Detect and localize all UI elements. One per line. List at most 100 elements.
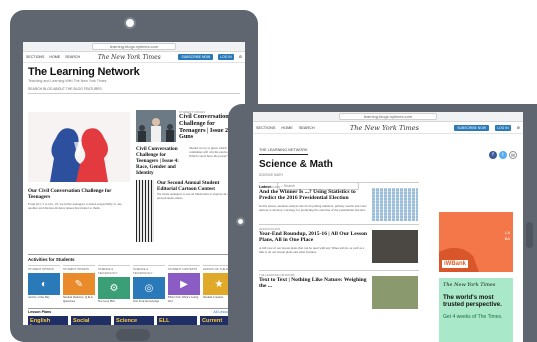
activity-card[interactable]: STUDENT OPINION ✎ Student Opinion | Q & A … xyxy=(63,265,95,304)
page-subtitle: Teaching and Learning With The New York … xyxy=(28,79,107,83)
camera-dot xyxy=(236,217,245,226)
activity-card[interactable]: SCIENCE & TECHNOLOGY ◎ Test Your Knowledge xyxy=(133,265,165,304)
tablet-portrait: learning.blogs.nytimes.com SECTIONS HOME… xyxy=(10,10,258,342)
browser-url-bar[interactable]: learning.blogs.nytimes.com xyxy=(23,42,245,52)
secondary-story-1[interactable]: Civil Conversation Challenge for Teenage… xyxy=(136,146,186,176)
story-headline[interactable]: Civil Conversation Challenge for Teenage… xyxy=(136,146,186,176)
facebook-icon[interactable]: f xyxy=(489,151,497,159)
section-tags[interactable]: SCIENCE MATH xyxy=(259,173,517,177)
nyt-logo[interactable]: The New York Times xyxy=(85,54,173,61)
url-text[interactable]: learning.blogs.nytimes.com xyxy=(92,43,176,50)
activity-card[interactable]: STUDENT OPINION ◐ Article of the Day xyxy=(28,265,60,304)
article-thumbnail[interactable] xyxy=(372,188,418,221)
activity-card[interactable]: STUDENT CONTESTS ▶ Film Club: What's Going… xyxy=(168,265,200,304)
activity-icon[interactable]: ◐ xyxy=(28,273,60,295)
subscribe-button[interactable]: SUBSCRIBE NOW xyxy=(178,54,214,60)
learning-network-kicker[interactable]: THE LEARNING NETWORK xyxy=(259,148,308,155)
gear-icon[interactable]: ⚙ xyxy=(517,125,520,130)
activities-title: Activities for Students xyxy=(28,254,240,262)
activity-caption[interactable]: Not Gray Hill xyxy=(98,299,130,304)
activity-icon[interactable]: ◎ xyxy=(133,277,165,299)
lesson-plan-tile[interactable]: Social xyxy=(71,316,111,325)
activity-icon[interactable]: ▶ xyxy=(168,273,200,295)
nyt-logo[interactable]: The New York Times xyxy=(321,124,449,132)
home-button[interactable] xyxy=(116,329,150,341)
activity-card[interactable]: SCIENCE & TECHNOLOGY ⚙ Not Gray Hill xyxy=(98,265,130,304)
activity-caption[interactable]: Student Opinion | Q & A Questions xyxy=(63,295,95,304)
nyt-subscription-ad[interactable]: The New York Times The world's most trus… xyxy=(439,278,513,342)
lesson-plans-section: Lesson Plans All Lesson Plans English La… xyxy=(28,308,240,325)
email-icon[interactable]: ✉ xyxy=(509,151,517,159)
hero-headline[interactable]: Our Civil Conversation Challenge for Tee… xyxy=(28,188,130,200)
page-title[interactable]: The Learning Network xyxy=(28,66,240,78)
subscribe-button[interactable]: SUBSCRIBE NOW xyxy=(454,124,490,131)
tablet-landscape-screen: learning.blogs.nytimes.com SECTIONS HOME… xyxy=(253,112,523,342)
lesson-plan-tile[interactable]: ELL xyxy=(157,316,197,325)
article-headline[interactable]: And the Winner Is ...? Using Statistics … xyxy=(259,189,367,202)
article-text: LESSON PLANS And the Winner Is ...? Using… xyxy=(259,185,367,221)
url-text[interactable]: learning.blogs.nytimes.com xyxy=(339,113,437,120)
article-item[interactable]: LESSON PLANS Year-End Roundup, 2015-16 | … xyxy=(259,224,419,263)
ad-offer: Get 4 weeks of The Times. xyxy=(443,314,503,320)
article-headline[interactable]: Year-End Roundup, 2015-16 | All Our Less… xyxy=(259,231,367,244)
hero-illustration[interactable] xyxy=(28,112,130,182)
cartoon-thumbnail[interactable] xyxy=(136,180,154,242)
lesson-plans-title: Lesson Plans xyxy=(28,310,52,314)
blog-menu[interactable]: SEARCH BLOG ABOUT THE BLOG FEATURES xyxy=(28,87,240,94)
activity-icon[interactable]: ✎ xyxy=(63,273,95,295)
gear-icon[interactable]: ⚙ xyxy=(239,55,242,59)
ad-headline: The world's most trusted perspective. xyxy=(443,294,502,308)
activity-label: SCIENCE & TECHNOLOGY xyxy=(98,265,130,275)
article-thumbnail[interactable] xyxy=(372,276,418,309)
search-link[interactable]: SEARCH xyxy=(65,55,80,59)
article-item[interactable]: THE LEARNING NETWORK Text to Text | Nothi… xyxy=(259,270,419,309)
article-summary: A full year of our lesson plans that can… xyxy=(259,245,365,255)
twitter-icon[interactable]: t xyxy=(499,151,507,159)
article-text: LESSON PLANS Year-End Roundup, 2015-16 | … xyxy=(259,227,367,263)
lesson-plan-tile[interactable]: English Language xyxy=(28,316,68,325)
article-summary: In this lesson, students analyze data fr… xyxy=(259,203,367,213)
home-link[interactable]: HOME xyxy=(281,126,292,130)
hero-summary: From Oct. 5 to Oct. 19, we invite teenag… xyxy=(28,202,122,211)
bank-advertisement[interactable]: LA BA iWBank xyxy=(439,212,513,272)
lesson-plan-tiles: English LanguageSocialScienceELLCurrent xyxy=(28,316,240,325)
home-button[interactable] xyxy=(526,222,533,248)
lesson-plans-header: Lesson Plans All Lesson Plans xyxy=(28,308,240,314)
featured-story[interactable]: STUDENT VOICES Civil Conversation Challe… xyxy=(136,110,240,142)
sections-menu[interactable]: SECTIONS xyxy=(26,55,44,59)
activity-label: STUDENT OPINION xyxy=(63,265,95,271)
activities-row: STUDENT OPINION ◐ Article of the Day STUDEN… xyxy=(28,265,240,304)
activity-label: STUDENT OPINION xyxy=(28,265,60,271)
activities-section: Activities for Students STUDENT OPINION ◐… xyxy=(28,254,240,304)
two-heads-illustration xyxy=(28,112,130,182)
section-title: Science & Math xyxy=(259,159,333,170)
activity-caption[interactable]: Article of the Day xyxy=(28,295,60,300)
tertiary-stories: Our Second Annual Student Editorial Cart… xyxy=(136,180,240,242)
bank-logo: iWBank xyxy=(442,260,469,268)
activity-icon[interactable]: ⚙ xyxy=(98,277,130,299)
hero-caption: Our Civil Conversation Challenge for Tee… xyxy=(28,188,130,210)
home-link[interactable]: HOME xyxy=(49,55,60,59)
crowd-photo xyxy=(136,110,176,142)
tablet-landscape: learning.blogs.nytimes.com SECTIONS HOME… xyxy=(228,104,537,342)
nyt-nav-bar: SECTIONS HOME SEARCH The New York Times … xyxy=(23,52,245,63)
browser-url-bar[interactable]: learning.blogs.nytimes.com xyxy=(253,112,523,122)
section-header: THE LEARNING NETWORK Science & Math f t … xyxy=(253,134,523,177)
ad-text-line-2: BA xyxy=(504,236,510,241)
login-button[interactable]: LOG IN xyxy=(495,124,511,131)
article-thumbnail[interactable] xyxy=(372,230,418,263)
ad-text-line-1: LA xyxy=(505,230,510,235)
lesson-plan-tile[interactable]: Science xyxy=(114,316,154,325)
activity-label: STUDENT CONTESTS xyxy=(168,265,200,271)
login-button[interactable]: LOG IN xyxy=(218,54,234,60)
camera-dot xyxy=(124,17,136,29)
crowd-photo-svg xyxy=(136,110,176,142)
article-headline[interactable]: Text to Text | Nothing Like Nature: Weig… xyxy=(259,277,367,290)
social-share-icons: f t ✉ xyxy=(489,151,517,159)
search-link[interactable]: SEARCH xyxy=(299,126,315,130)
activity-caption[interactable]: Test Your Knowledge xyxy=(133,299,165,304)
activity-caption[interactable]: Film Club: What's Going On? xyxy=(168,295,200,304)
sections-menu[interactable]: SECTIONS xyxy=(256,126,275,130)
article-item[interactable]: LESSON PLANS And the Winner Is ...? Using… xyxy=(259,182,419,221)
learning-network-header: The Learning Network Teaching and Learni… xyxy=(23,63,245,94)
